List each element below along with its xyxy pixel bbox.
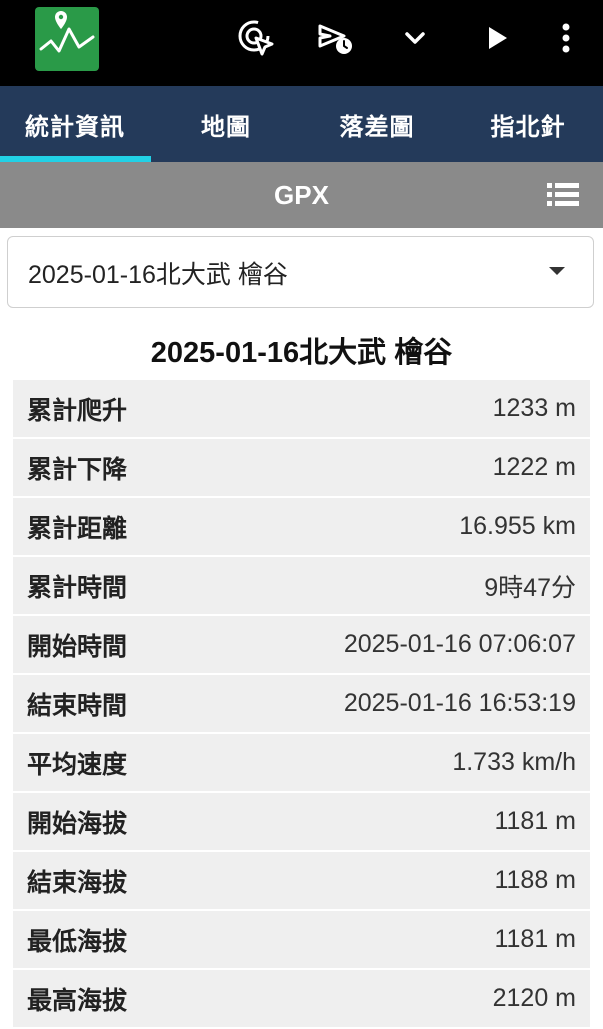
stat-row-start-elevation: 開始海拔 1181 m [13,793,590,850]
stat-label: 開始海拔 [27,808,128,838]
stat-value: 2025-01-16 16:53:19 [343,689,576,717]
stat-row-start-time: 開始時間 2025-01-16 07:06:07 [13,616,590,673]
stat-value: 2025-01-16 07:06:07 [343,630,576,658]
list-icon[interactable] [547,182,579,208]
stat-label: 開始時間 [27,631,128,661]
stat-row-total-ascent: 累計爬升 1233 m [13,380,590,437]
stat-label: 結束海拔 [27,867,128,897]
stat-value: 2120 m [492,984,576,1012]
tab-label: 統計資訊 [25,112,125,141]
stat-row-end-time: 結束時間 2025-01-16 16:53:19 [13,675,590,732]
stat-row-total-descent: 累計下降 1222 m [13,439,590,496]
stat-row-max-elevation: 最高海拔 2120 m [13,970,590,1027]
stat-label: 累計下降 [27,454,128,484]
tab-label: 指北針 [490,112,566,141]
stat-label: 累計距離 [27,513,128,543]
tab-map[interactable]: 地圖 [151,86,301,162]
stat-label: 累計時間 [27,572,128,602]
app-logo-icon[interactable] [35,7,99,71]
stat-label: 結束時間 [27,690,128,720]
stat-row-end-elevation: 結束海拔 1188 m [13,852,590,909]
stat-row-average-speed: 平均速度 1.733 km/h [13,734,590,791]
timer-send-icon[interactable] [316,18,356,58]
stat-value: 1.733 km/h [452,748,576,776]
dropdown-selected-value: 2025-01-16北大武 檜谷 [28,261,288,289]
tab-compass[interactable]: 指北針 [453,86,603,162]
play-icon[interactable] [477,18,517,58]
stat-label: 累計爬升 [27,395,128,425]
app-bar [0,0,603,86]
tab-label: 落差圖 [339,112,415,141]
stat-row-min-elevation: 最低海拔 1181 m [13,911,590,968]
stat-label: 平均速度 [27,749,128,779]
chevron-down-icon[interactable] [395,18,435,58]
track-select-dropdown[interactable]: 2025-01-16北大武 檜谷 [7,236,594,308]
more-vert-icon[interactable] [546,18,586,58]
track-title: 2025-01-16北大武 檜谷 [150,337,453,369]
gps-cursor-icon[interactable] [236,18,276,58]
stat-label: 最高海拔 [27,985,128,1015]
stat-row-total-distance: 累計距離 16.955 km [13,498,590,555]
stat-value: 1222 m [492,453,576,481]
stat-value: 1181 m [494,807,576,835]
tab-statistics[interactable]: 統計資訊 [0,86,150,162]
tab-elevation-chart[interactable]: 落差圖 [302,86,452,162]
section-title: GPX [274,179,329,210]
stat-value: 1181 m [494,925,576,953]
section-header: GPX [0,162,603,228]
stat-value: 1188 m [494,866,576,894]
stat-value: 9時47分 [484,573,576,602]
tab-label: 地圖 [201,112,251,141]
stat-value: 16.955 km [459,512,576,540]
stat-value: 1233 m [492,394,576,422]
dropdown-arrow-icon [549,267,565,275]
stats-table: 累計爬升 1233 m 累計下降 1222 m 累計距離 16.955 km 累… [13,380,590,1029]
stat-label: 最低海拔 [27,926,128,956]
stat-row-total-time: 累計時間 9時47分 [13,557,590,614]
tab-bar: 統計資訊 地圖 落差圖 指北針 [0,86,603,162]
